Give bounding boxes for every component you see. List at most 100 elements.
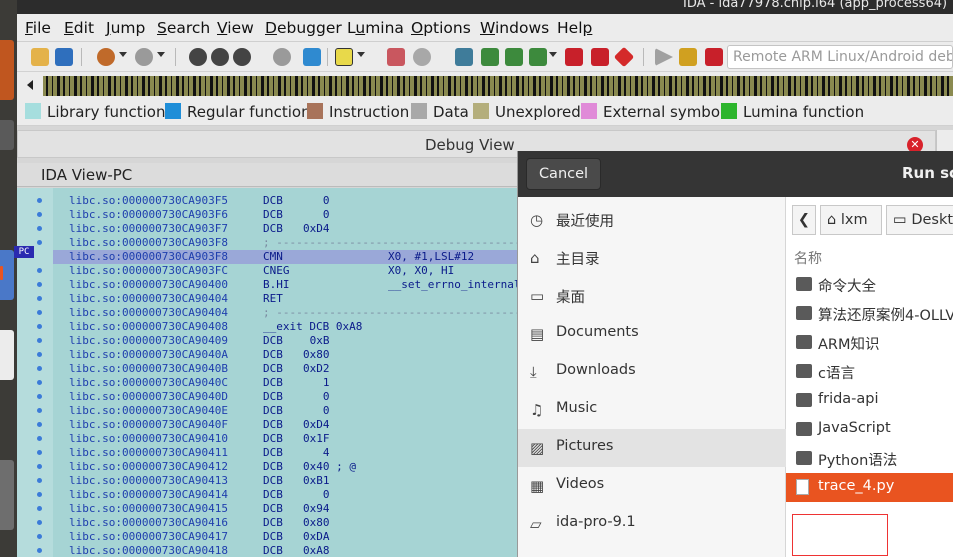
cancel-button[interactable]: Cancel bbox=[526, 158, 601, 190]
disasm-line[interactable]: libc.so:000000730CA9040A DCB 0x80 bbox=[53, 348, 517, 362]
breakpoint-dot-icon[interactable] bbox=[37, 478, 42, 483]
breakpoint-dot-icon[interactable] bbox=[37, 310, 42, 315]
breakpoint-dot-icon[interactable] bbox=[37, 212, 42, 217]
breakpoint-dot-icon[interactable] bbox=[37, 226, 42, 231]
breakpoint-dot-icon[interactable] bbox=[37, 394, 42, 399]
back-dropdown-icon[interactable] bbox=[119, 52, 127, 57]
search-text-icon[interactable] bbox=[211, 48, 229, 66]
disassembly-listing[interactable]: libc.so:000000730CA903F5 DCB 0 libc.so:000… bbox=[53, 188, 517, 557]
forward-dropdown-icon[interactable] bbox=[157, 52, 165, 57]
breakpoint-dot-icon[interactable] bbox=[37, 436, 42, 441]
breakpoint-dot-icon[interactable] bbox=[37, 240, 42, 245]
breakpoint-list-icon[interactable] bbox=[591, 48, 609, 66]
menu-help[interactable]: Help bbox=[557, 19, 592, 37]
breakpoint-dot-icon[interactable] bbox=[37, 366, 42, 371]
breakpoint-dot-icon[interactable] bbox=[37, 380, 42, 385]
disasm-line[interactable]: libc.so:000000730CA9040B DCB 0xD2 bbox=[53, 362, 517, 376]
search-immediate-icon[interactable] bbox=[273, 48, 291, 66]
proximity-icon[interactable] bbox=[413, 48, 431, 66]
folder-item[interactable]: ARM知识 bbox=[786, 328, 953, 357]
pause-icon[interactable] bbox=[679, 48, 697, 66]
xrefs-icon[interactable] bbox=[529, 48, 547, 66]
place-item[interactable]: ⤓ Downloads bbox=[518, 353, 786, 391]
breakpoint-dot-icon[interactable] bbox=[37, 268, 42, 273]
save-icon[interactable] bbox=[55, 48, 73, 66]
menu-view[interactable]: View bbox=[217, 19, 254, 37]
place-item[interactable]: ▦ Videos bbox=[518, 467, 786, 505]
disasm-line[interactable]: libc.so:000000730CA903F6 DCB 0 bbox=[53, 208, 517, 222]
jump-icon[interactable] bbox=[303, 48, 321, 66]
breakpoint-dot-icon[interactable] bbox=[37, 338, 42, 343]
stop-icon[interactable] bbox=[705, 48, 723, 66]
disasm-line[interactable]: libc.so:000000730CA9040C DCB 1 bbox=[53, 376, 517, 390]
place-item[interactable]: ♫ Music bbox=[518, 391, 786, 429]
disasm-line[interactable]: libc.so:000000730CA903F8 CMN X0, #1,LSL#12 bbox=[53, 250, 517, 264]
folder-item[interactable]: 命令大全 bbox=[786, 270, 953, 299]
breakpoint-dot-icon[interactable] bbox=[37, 520, 42, 525]
text-view-icon[interactable] bbox=[335, 48, 353, 66]
disasm-line[interactable]: libc.so:000000730CA90414 DCB 0 bbox=[53, 488, 517, 502]
menu-edit[interactable]: Edit bbox=[64, 19, 94, 37]
place-item[interactable]: ▨ Pictures bbox=[518, 429, 786, 467]
disasm-line[interactable]: libc.so:000000730CA9040E DCB 0 bbox=[53, 404, 517, 418]
place-item[interactable]: ▤ Documents bbox=[518, 315, 786, 353]
disasm-line[interactable]: libc.so:000000730CA90400 B.HI __set_errno_… bbox=[53, 278, 517, 292]
breakpoint-icon[interactable] bbox=[565, 48, 583, 66]
breakpoint-dot-icon[interactable] bbox=[37, 506, 42, 511]
navigation-strip[interactable] bbox=[43, 76, 953, 96]
dock-app-icon[interactable] bbox=[0, 120, 14, 150]
menu-debugger[interactable]: Debugger bbox=[265, 19, 342, 37]
dock-app-icon[interactable] bbox=[0, 330, 14, 380]
folder-item[interactable]: c语言 bbox=[786, 357, 953, 386]
disasm-line[interactable]: libc.so:000000730CA90409 DCB 0xB bbox=[53, 334, 517, 348]
graph-view-icon[interactable] bbox=[387, 48, 405, 66]
folder-item[interactable]: JavaScript bbox=[786, 415, 953, 444]
disasm-line[interactable]: libc.so:000000730CA90415 DCB 0x94 bbox=[53, 502, 517, 516]
folder-item[interactable]: Python语法 bbox=[786, 444, 953, 473]
menu-jump[interactable]: Jump bbox=[106, 19, 145, 37]
disasm-line[interactable]: libc.so:000000730CA9040F DCB 0xD4 bbox=[53, 418, 517, 432]
menu-search[interactable]: Search bbox=[157, 19, 210, 37]
file-item[interactable]: trace_4.py bbox=[786, 473, 953, 502]
disasm-line[interactable]: libc.so:000000730CA90404 RET bbox=[53, 292, 517, 306]
disasm-line[interactable]: libc.so:000000730CA903F5 DCB 0 bbox=[53, 194, 517, 208]
disasm-line[interactable]: libc.so:000000730CA90413 DCB 0xB1 bbox=[53, 474, 517, 488]
disasm-line[interactable]: libc.so:000000730CA90418 DCB 0xA8 bbox=[53, 544, 517, 557]
place-item[interactable]: ▱ ida-pro-9.1 bbox=[518, 505, 786, 543]
menu-file[interactable]: File bbox=[25, 19, 51, 37]
disasm-line[interactable]: libc.so:000000730CA90417 DCB 0xDA bbox=[53, 530, 517, 544]
breakpoint-dot-icon[interactable] bbox=[37, 492, 42, 497]
forward-icon[interactable] bbox=[135, 48, 153, 66]
disasm-line[interactable]: libc.so:000000730CA90410 DCB 0x1F bbox=[53, 432, 517, 446]
enums-icon[interactable] bbox=[481, 48, 499, 66]
breakpoint-dot-icon[interactable] bbox=[37, 548, 42, 553]
breakpoint-dot-icon[interactable] bbox=[37, 296, 42, 301]
disasm-line[interactable]: libc.so:000000730CA903F8 ; --------------… bbox=[53, 236, 517, 250]
structures-icon[interactable] bbox=[455, 48, 473, 66]
breakpoint-dot-icon[interactable] bbox=[37, 198, 42, 203]
place-item[interactable]: ⌂ 主目录 bbox=[518, 239, 786, 277]
breakpoint-dot-icon[interactable] bbox=[37, 422, 42, 427]
disasm-line[interactable]: libc.so:000000730CA9040D DCB 0 bbox=[53, 390, 517, 404]
breakpoint-dot-icon[interactable] bbox=[37, 408, 42, 413]
back-icon[interactable] bbox=[97, 48, 115, 66]
breakpoint-dot-icon[interactable] bbox=[37, 282, 42, 287]
nav-left-arrow-icon[interactable] bbox=[27, 80, 33, 90]
breakpoint-dot-icon[interactable] bbox=[37, 352, 42, 357]
disasm-line[interactable]: libc.so:000000730CA90404 ; --------------… bbox=[53, 306, 517, 320]
disasm-line[interactable]: libc.so:000000730CA903FC CNEG X0, X0, HI bbox=[53, 264, 517, 278]
breakpoint-dot-icon[interactable] bbox=[37, 534, 42, 539]
dock-app-icon[interactable] bbox=[0, 40, 14, 100]
disasm-line[interactable]: libc.so:000000730CA903F7 DCB 0xD4 bbox=[53, 222, 517, 236]
place-item[interactable]: ▭ 桌面 bbox=[518, 277, 786, 315]
play-icon[interactable] bbox=[655, 48, 673, 66]
menu-options[interactable]: Options bbox=[411, 19, 471, 37]
stop-debug-icon[interactable] bbox=[613, 46, 635, 68]
breakpoint-dot-icon[interactable] bbox=[37, 464, 42, 469]
folder-item[interactable]: frida-api bbox=[786, 386, 953, 415]
disasm-line[interactable]: libc.so:000000730CA90412 DCB 0x40 ; @ bbox=[53, 460, 517, 474]
open-folder-icon[interactable] bbox=[31, 48, 49, 66]
search-next-icon[interactable] bbox=[233, 48, 251, 66]
disasm-line[interactable]: libc.so:000000730CA90416 DCB 0x80 bbox=[53, 516, 517, 530]
breakpoint-dot-icon[interactable] bbox=[37, 324, 42, 329]
